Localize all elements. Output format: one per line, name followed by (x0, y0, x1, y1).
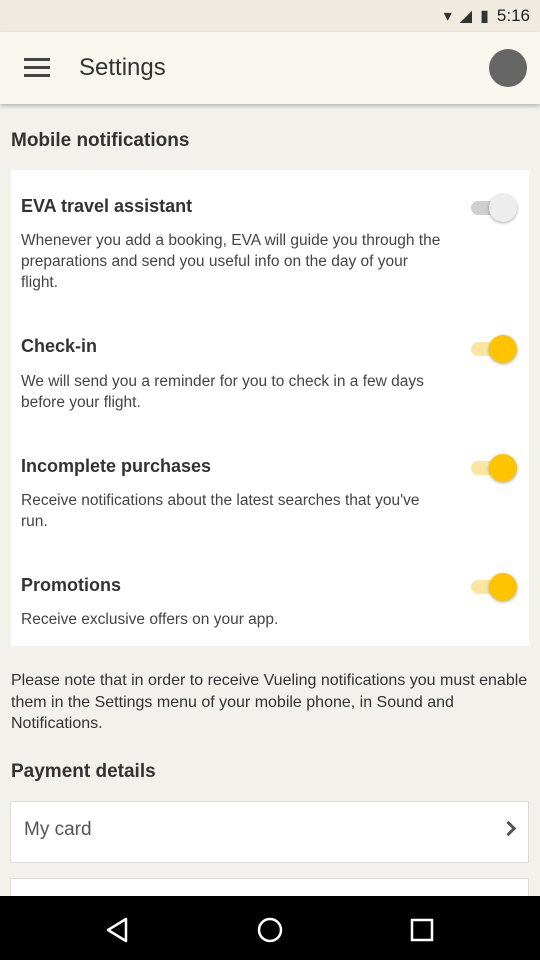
app-bar: Settings (0, 32, 540, 104)
eva-travel-assistant-title: EVA travel assistant (21, 196, 193, 216)
avatar[interactable] (489, 49, 527, 87)
promotions-description: Receive exclusive offers on your app. (21, 611, 279, 628)
signal-icon: ◢ (459, 8, 473, 25)
status-icons: ▾ ◢ ▮ 5:16 (444, 6, 530, 26)
promotions-toggle[interactable] (471, 573, 517, 601)
check-in-description: We will send you a reminder for you to c… (21, 373, 424, 411)
hamburger-menu-icon[interactable] (24, 58, 50, 78)
incomplete-purchases-title: Incomplete purchases (21, 456, 212, 476)
my-card-label: My card (24, 819, 92, 840)
navigation-bar (0, 896, 540, 960)
incomplete-purchases-description: Receive notifications about the latest s… (21, 492, 420, 530)
back-triangle-icon[interactable] (104, 916, 132, 944)
chevron-right-icon (500, 820, 517, 837)
promotions-title: Promotions (21, 575, 122, 595)
check-in-toggle[interactable] (471, 335, 517, 363)
settings-content[interactable]: Mobile notifications EVA travel assistan… (0, 104, 540, 896)
status-time: 5:16 (496, 6, 530, 25)
eva-travel-assistant-toggle[interactable] (471, 194, 517, 222)
page-title: Settings (79, 54, 166, 81)
mobile-notifications-title: Mobile notifications (11, 130, 190, 151)
next-payment-row[interactable] (10, 878, 529, 896)
my-card-row[interactable]: My card (10, 801, 529, 863)
check-in-title: Check-in (21, 336, 98, 356)
payment-details-title: Payment details (11, 761, 156, 782)
home-circle-icon[interactable] (256, 916, 284, 944)
status-bar: ▾ ◢ ▮ 5:16 (0, 0, 540, 32)
notifications-card: EVA travel assistant Whenever you add a … (11, 170, 529, 646)
notification-note: Please note that in order to receive Vue… (11, 672, 528, 732)
eva-travel-assistant-description: Whenever you add a booking, EVA will gui… (21, 232, 441, 291)
battery-icon: ▮ (480, 8, 489, 25)
wifi-icon: ▾ (443, 8, 452, 25)
recent-square-icon[interactable] (408, 916, 436, 944)
incomplete-purchases-toggle[interactable] (471, 454, 517, 482)
